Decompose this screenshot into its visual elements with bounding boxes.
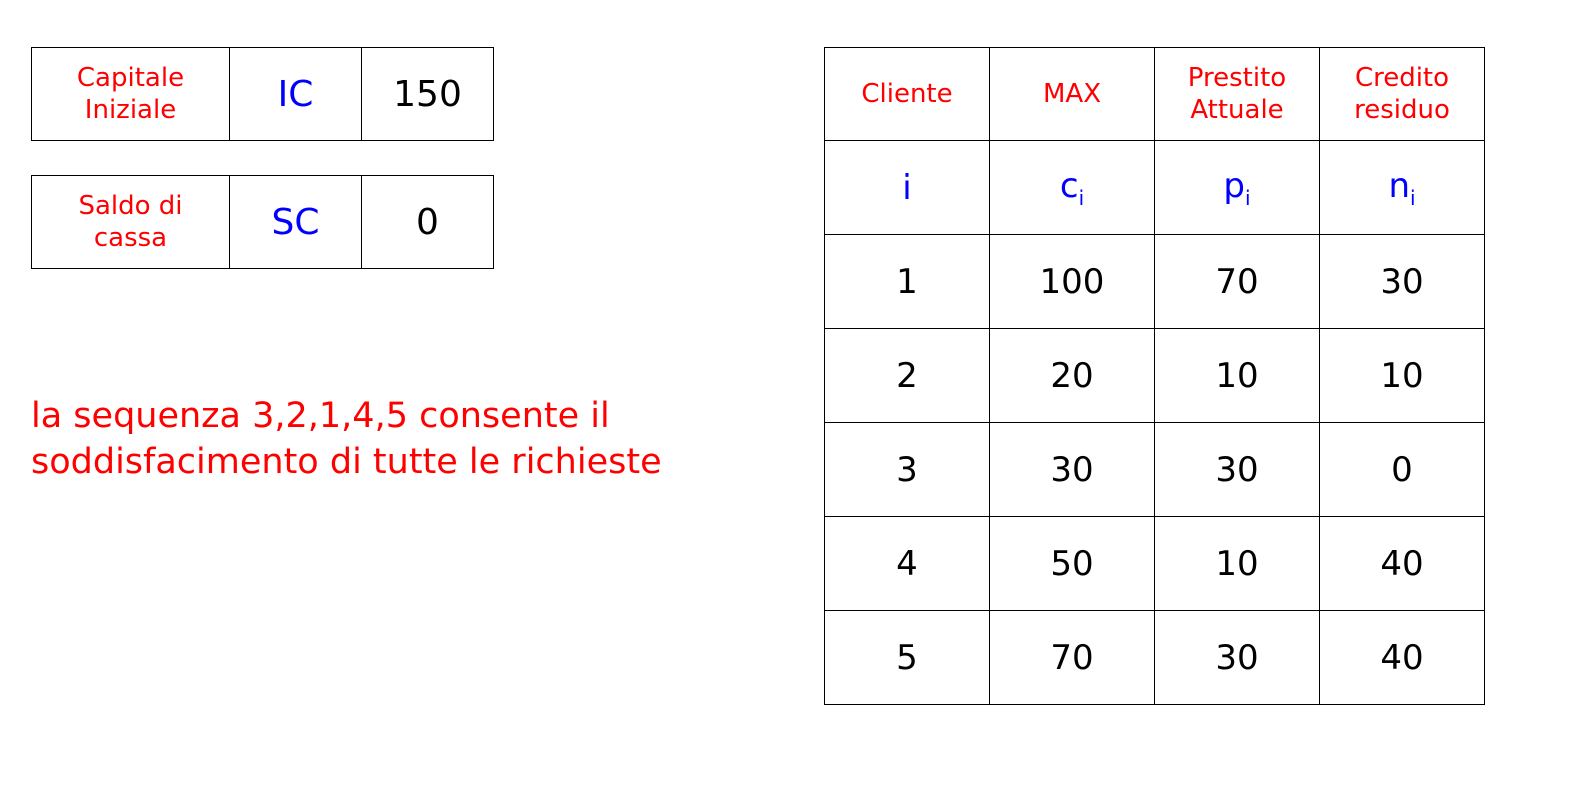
cash-balance-table: Saldo di cassa SC 0 (31, 175, 494, 269)
table-cell: 3 (824, 422, 990, 517)
symbol-base: n (1388, 165, 1410, 206)
sequence-note: la sequenza 3,2,1,4,5 consente il soddis… (31, 396, 662, 483)
table-cell: 40 (1319, 610, 1485, 705)
header-line1: MAX (1042, 78, 1102, 109)
symbol-subscript: i (1245, 185, 1251, 210)
cash-balance-label-line2: cassa (93, 223, 168, 253)
table-cell: 5 (824, 610, 990, 705)
header-line1: Credito (1354, 62, 1450, 93)
table-cell: 10 (1154, 516, 1320, 611)
initial-capital-symbol: IC (229, 47, 362, 141)
initial-capital-row: Capitale Iniziale IC 150 (31, 47, 494, 141)
table-cell: 40 (1319, 516, 1485, 611)
initial-capital-label-line2: Iniziale (84, 95, 177, 125)
header-cell: Prestito Attuale (1154, 47, 1320, 141)
cash-balance-value: 0 (361, 175, 494, 269)
initial-capital-label-line1: Capitale (76, 62, 185, 93)
header-line1: Cliente (861, 78, 953, 109)
symbol-subscript: i (1078, 185, 1085, 210)
cash-balance-label-line1: Saldo di (78, 190, 183, 221)
symbol-cell: pi (1154, 140, 1320, 235)
symbol-cell: i (824, 140, 990, 235)
header-line1: Prestito (1187, 62, 1287, 93)
cash-balance-row: Saldo di cassa SC 0 (31, 175, 494, 269)
table-cell: 2 (824, 328, 990, 423)
clients-table: Cliente MAX Prestito Attuale Credito res… (824, 47, 1485, 705)
cash-balance-label: Saldo di cassa (31, 175, 230, 269)
table-cell: 10 (1154, 328, 1320, 423)
table-cell: 70 (989, 610, 1155, 705)
table-cell: 10 (1319, 328, 1485, 423)
table-cell: 4 (824, 516, 990, 611)
table-cell: 30 (1154, 610, 1320, 705)
table-row: 3 30 30 0 (824, 422, 1485, 517)
table-cell: 30 (1154, 422, 1320, 517)
symbol-base: i (902, 167, 912, 208)
table-cell: 1 (824, 234, 990, 329)
table-row: 5 70 30 40 (824, 610, 1485, 705)
symbol-base: p (1223, 165, 1246, 206)
table-row: 2 20 10 10 (824, 328, 1485, 423)
table-cell: 30 (989, 422, 1155, 517)
initial-capital-table: Capitale Iniziale IC 150 (31, 47, 494, 141)
symbol-cell: ci (989, 140, 1155, 235)
header-line2: Attuale (1190, 95, 1284, 125)
symbol-cell: ni (1319, 140, 1485, 235)
table-cell: 20 (989, 328, 1155, 423)
initial-capital-label: Capitale Iniziale (31, 47, 230, 141)
header-line2: residuo (1354, 95, 1450, 125)
symbol-subscript: i (1410, 185, 1416, 210)
symbol-row: i ci pi ni (824, 140, 1485, 235)
header-row: Cliente MAX Prestito Attuale Credito res… (824, 47, 1485, 141)
table-row: 4 50 10 40 (824, 516, 1485, 611)
table-cell: 70 (1154, 234, 1320, 329)
initial-capital-value: 150 (361, 47, 494, 141)
table-cell: 0 (1319, 422, 1485, 517)
header-cell: Cliente (824, 47, 990, 141)
header-cell: Credito residuo (1319, 47, 1485, 141)
table-cell: 100 (989, 234, 1155, 329)
header-cell: MAX (989, 47, 1155, 141)
cash-balance-symbol: SC (229, 175, 362, 269)
table-row: 1 100 70 30 (824, 234, 1485, 329)
symbol-base: c (1059, 165, 1079, 206)
table-cell: 30 (1319, 234, 1485, 329)
table-cell: 50 (989, 516, 1155, 611)
